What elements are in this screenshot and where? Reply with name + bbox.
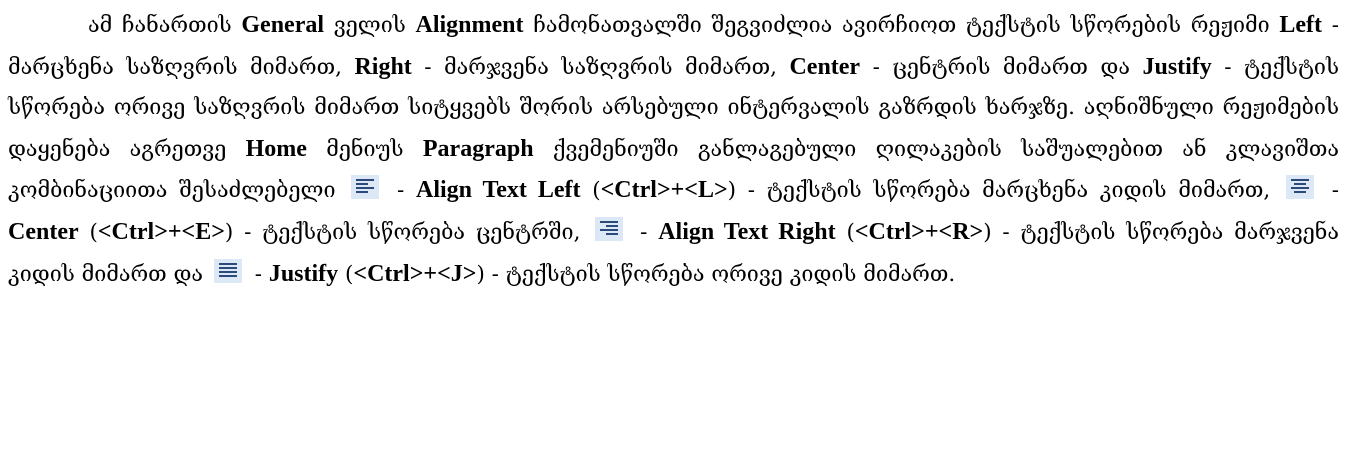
align-right-icon — [595, 216, 624, 241]
text-run: ამ ჩანართის — [88, 13, 242, 38]
text-run: - — [629, 219, 659, 245]
text-run: ( — [78, 219, 98, 245]
text-run: ) - ტექსტის სწორება ცენტრში, — [224, 219, 592, 245]
text-run: ( — [580, 178, 601, 204]
text-run: ველის — [324, 13, 416, 38]
align-center-icon — [1285, 175, 1314, 200]
text-run: ჩამონათვალში შეგვიძლია ავირჩიოთ ტექსტის … — [523, 13, 1280, 38]
keyword-right: Right — [354, 53, 412, 80]
keyword-center-button: Center — [8, 218, 79, 245]
document-page: ამ ჩანართის General ველის Alignment ჩამო… — [0, 0, 1351, 458]
keyword-center: Center — [789, 53, 861, 80]
keyword-justify: Justify — [1142, 53, 1212, 80]
keyword-alignment: Alignment — [415, 12, 524, 38]
keyword-left: Left — [1279, 12, 1323, 38]
text-run: - — [385, 178, 416, 204]
shortcut-ctrl-l: <Ctrl>+<L> — [600, 177, 728, 204]
text-run: - მარჯვენა საზღვრის მიმართ, — [411, 54, 790, 80]
text-run: ) - ტექსტის სწორება ორივე კიდის მიმართ. — [476, 261, 956, 287]
keyword-align-text-left: Align Text Left — [415, 177, 581, 204]
keyword-home: Home — [245, 135, 307, 162]
keyword-paragraph: Paragraph — [422, 135, 534, 162]
keyword-justify-button: Justify — [268, 260, 339, 287]
keyword-align-text-right: Align Text Right — [658, 218, 836, 245]
text-run: - — [1319, 178, 1339, 204]
shortcut-ctrl-r: <Ctrl>+<R> — [854, 218, 984, 245]
shortcut-ctrl-e: <Ctrl>+<E> — [97, 218, 225, 245]
text-run: - — [247, 261, 269, 287]
text-run: ) - ტექსტის სწორება მარცხენა კიდის მიმარ… — [727, 178, 1282, 204]
shortcut-ctrl-j: <Ctrl>+<J> — [353, 260, 477, 287]
text-run: მენიუს — [306, 136, 423, 162]
justify-icon — [213, 258, 242, 283]
text-run: - ცენტრის მიმართ და — [860, 54, 1143, 80]
body-paragraph: ამ ჩანართის General ველის Alignment ჩამო… — [8, 5, 1339, 295]
keyword-general: General — [241, 12, 325, 38]
text-run: ( — [338, 261, 354, 287]
align-left-icon — [351, 175, 380, 200]
text-run: ( — [835, 219, 855, 245]
